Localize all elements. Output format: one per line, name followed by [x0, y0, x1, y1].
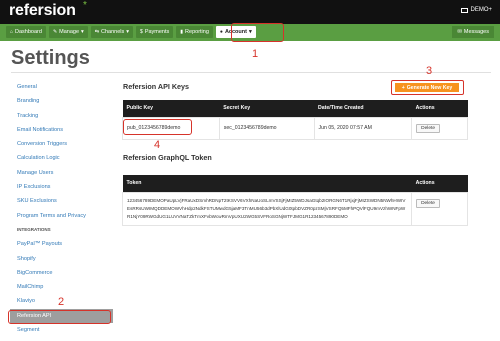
- sidebar-item-segment[interactable]: Segment: [17, 323, 109, 337]
- col-public-key: Public Key: [122, 100, 220, 117]
- col-actions: Actions: [411, 100, 468, 117]
- sidebar-item-shopify[interactable]: Shopify: [17, 252, 109, 266]
- sidebar-item-manage-users[interactable]: Manage Users: [17, 166, 109, 180]
- nav-payments[interactable]: $ Payments: [136, 26, 174, 38]
- delete-token-button[interactable]: Delete: [416, 198, 440, 208]
- token-actions-cell: Delete: [411, 191, 468, 226]
- sidebar-section-label: INTEGRATIONS: [17, 226, 51, 232]
- title-divider: [11, 72, 491, 73]
- api-keys-title: Refersion API Keys: [123, 82, 190, 91]
- nav-manage[interactable]: ✎ Manage ▾: [48, 26, 88, 38]
- chevron-down-icon: ▾: [126, 29, 130, 35]
- sidebar-item-tracking[interactable]: Tracking: [17, 109, 109, 123]
- generate-key-label: Generate New Key: [406, 84, 453, 91]
- sidebar-item-bigcommerce[interactable]: BigCommerce: [17, 266, 109, 280]
- col-created: Date/Time Created: [314, 100, 412, 117]
- logo[interactable]: refersion: [9, 2, 76, 20]
- api-keys-header-row: Public Key Secret Key Date/Time Created …: [122, 100, 468, 117]
- sidebar-item-conversion-triggers[interactable]: Conversion Triggers: [17, 137, 109, 151]
- nav-label: Channels: [101, 29, 125, 35]
- graphql-table: Token Actions 123456789DEMOPaUpLVjFRaUxD…: [121, 175, 468, 226]
- sidebar-item-calculation-logic[interactable]: Calculation Logic: [17, 151, 109, 165]
- home-icon: ⌂: [10, 29, 14, 35]
- graphql-title: Refersion GraphQL Token: [123, 153, 212, 162]
- public-key-highlight-box: [123, 119, 192, 135]
- messages-label: Messages: [463, 29, 489, 35]
- sidebar-highlight-box: [8, 310, 111, 324]
- nav-dashboard[interactable]: ⌂ Dashboard: [6, 26, 46, 38]
- sidebar-item-sku-exclusions[interactable]: SKU Exclusions: [17, 194, 109, 208]
- table-row: 123456789DEMOPaUpLVjFRaUxDSmhRDNpT2tKSVV…: [121, 191, 468, 226]
- sidebar-item-paypal-payouts[interactable]: PayPal™ Payouts: [17, 237, 109, 251]
- callout-3: 3: [426, 65, 433, 77]
- graphql-token-cell[interactable]: 123456789DEMOPaUpLVjFRaUxDSmhRDNpT2tKSVV…: [121, 191, 413, 226]
- delete-key-button[interactable]: Delete: [416, 123, 440, 133]
- user-card-icon: [461, 7, 469, 13]
- envelope-icon: ✉: [457, 29, 462, 35]
- generate-key-highlight: + Generate New Key: [391, 80, 464, 95]
- user-icon: ●: [219, 29, 223, 35]
- nav-label: Manage: [59, 29, 80, 35]
- nav-label: Dashboard: [15, 29, 42, 35]
- secret-key-cell[interactable]: sec_0123456789demo: [218, 116, 315, 140]
- generate-new-key-button[interactable]: + Generate New Key: [395, 83, 459, 92]
- created-cell: Jun 05, 2020 07:57 AM: [313, 116, 413, 140]
- sidebar-item-branding[interactable]: Branding: [17, 94, 109, 108]
- user-label: DEMO+: [470, 7, 492, 13]
- chart-icon: ▮: [180, 29, 184, 35]
- user-menu[interactable]: DEMO+: [461, 7, 492, 13]
- page-title: Settings: [11, 47, 90, 69]
- plus-icon: +: [401, 84, 405, 91]
- sidebar-item-mailchimp[interactable]: MailChimp: [17, 280, 109, 294]
- graphql-header-row: Token Actions: [122, 175, 468, 192]
- callout-4: 4: [154, 139, 161, 151]
- logo-star-icon: *: [83, 0, 87, 11]
- nav-label: Payments: [144, 29, 170, 35]
- sidebar-item-general[interactable]: General: [17, 80, 109, 94]
- callout-2: 2: [58, 296, 65, 308]
- callout-1: 1: [252, 48, 259, 60]
- col-token-actions: Actions: [411, 175, 468, 192]
- top-bar: refersion * DEMO+: [0, 0, 500, 24]
- col-token: Token: [122, 175, 412, 192]
- nav-list: ⌂ Dashboard ✎ Manage ▾ ⇆ Channels ▾ $ Payments ▮ Re…: [6, 26, 256, 38]
- sidebar-item-ip-exclusions[interactable]: IP Exclusions: [17, 180, 109, 194]
- nav-channels[interactable]: ⇆ Channels ▾: [90, 26, 134, 38]
- sidebar-item-email-notifications[interactable]: Email Notifications: [17, 123, 109, 137]
- sidebar-item-program-terms-and-privacy[interactable]: Program Terms and Privacy: [17, 209, 109, 223]
- edit-icon: ✎: [52, 29, 58, 35]
- messages-button[interactable]: ✉ Messages: [452, 26, 494, 38]
- channels-icon: ⇆: [94, 29, 100, 35]
- actions-cell: Delete: [411, 116, 468, 140]
- nav-label: Reporting: [185, 29, 209, 35]
- payments-icon: $: [140, 29, 143, 35]
- account-highlight-box: [231, 23, 284, 42]
- col-secret-key: Secret Key: [219, 100, 315, 117]
- chevron-down-icon: ▾: [81, 29, 84, 35]
- nav-reporting[interactable]: ▮ Reporting: [176, 26, 213, 38]
